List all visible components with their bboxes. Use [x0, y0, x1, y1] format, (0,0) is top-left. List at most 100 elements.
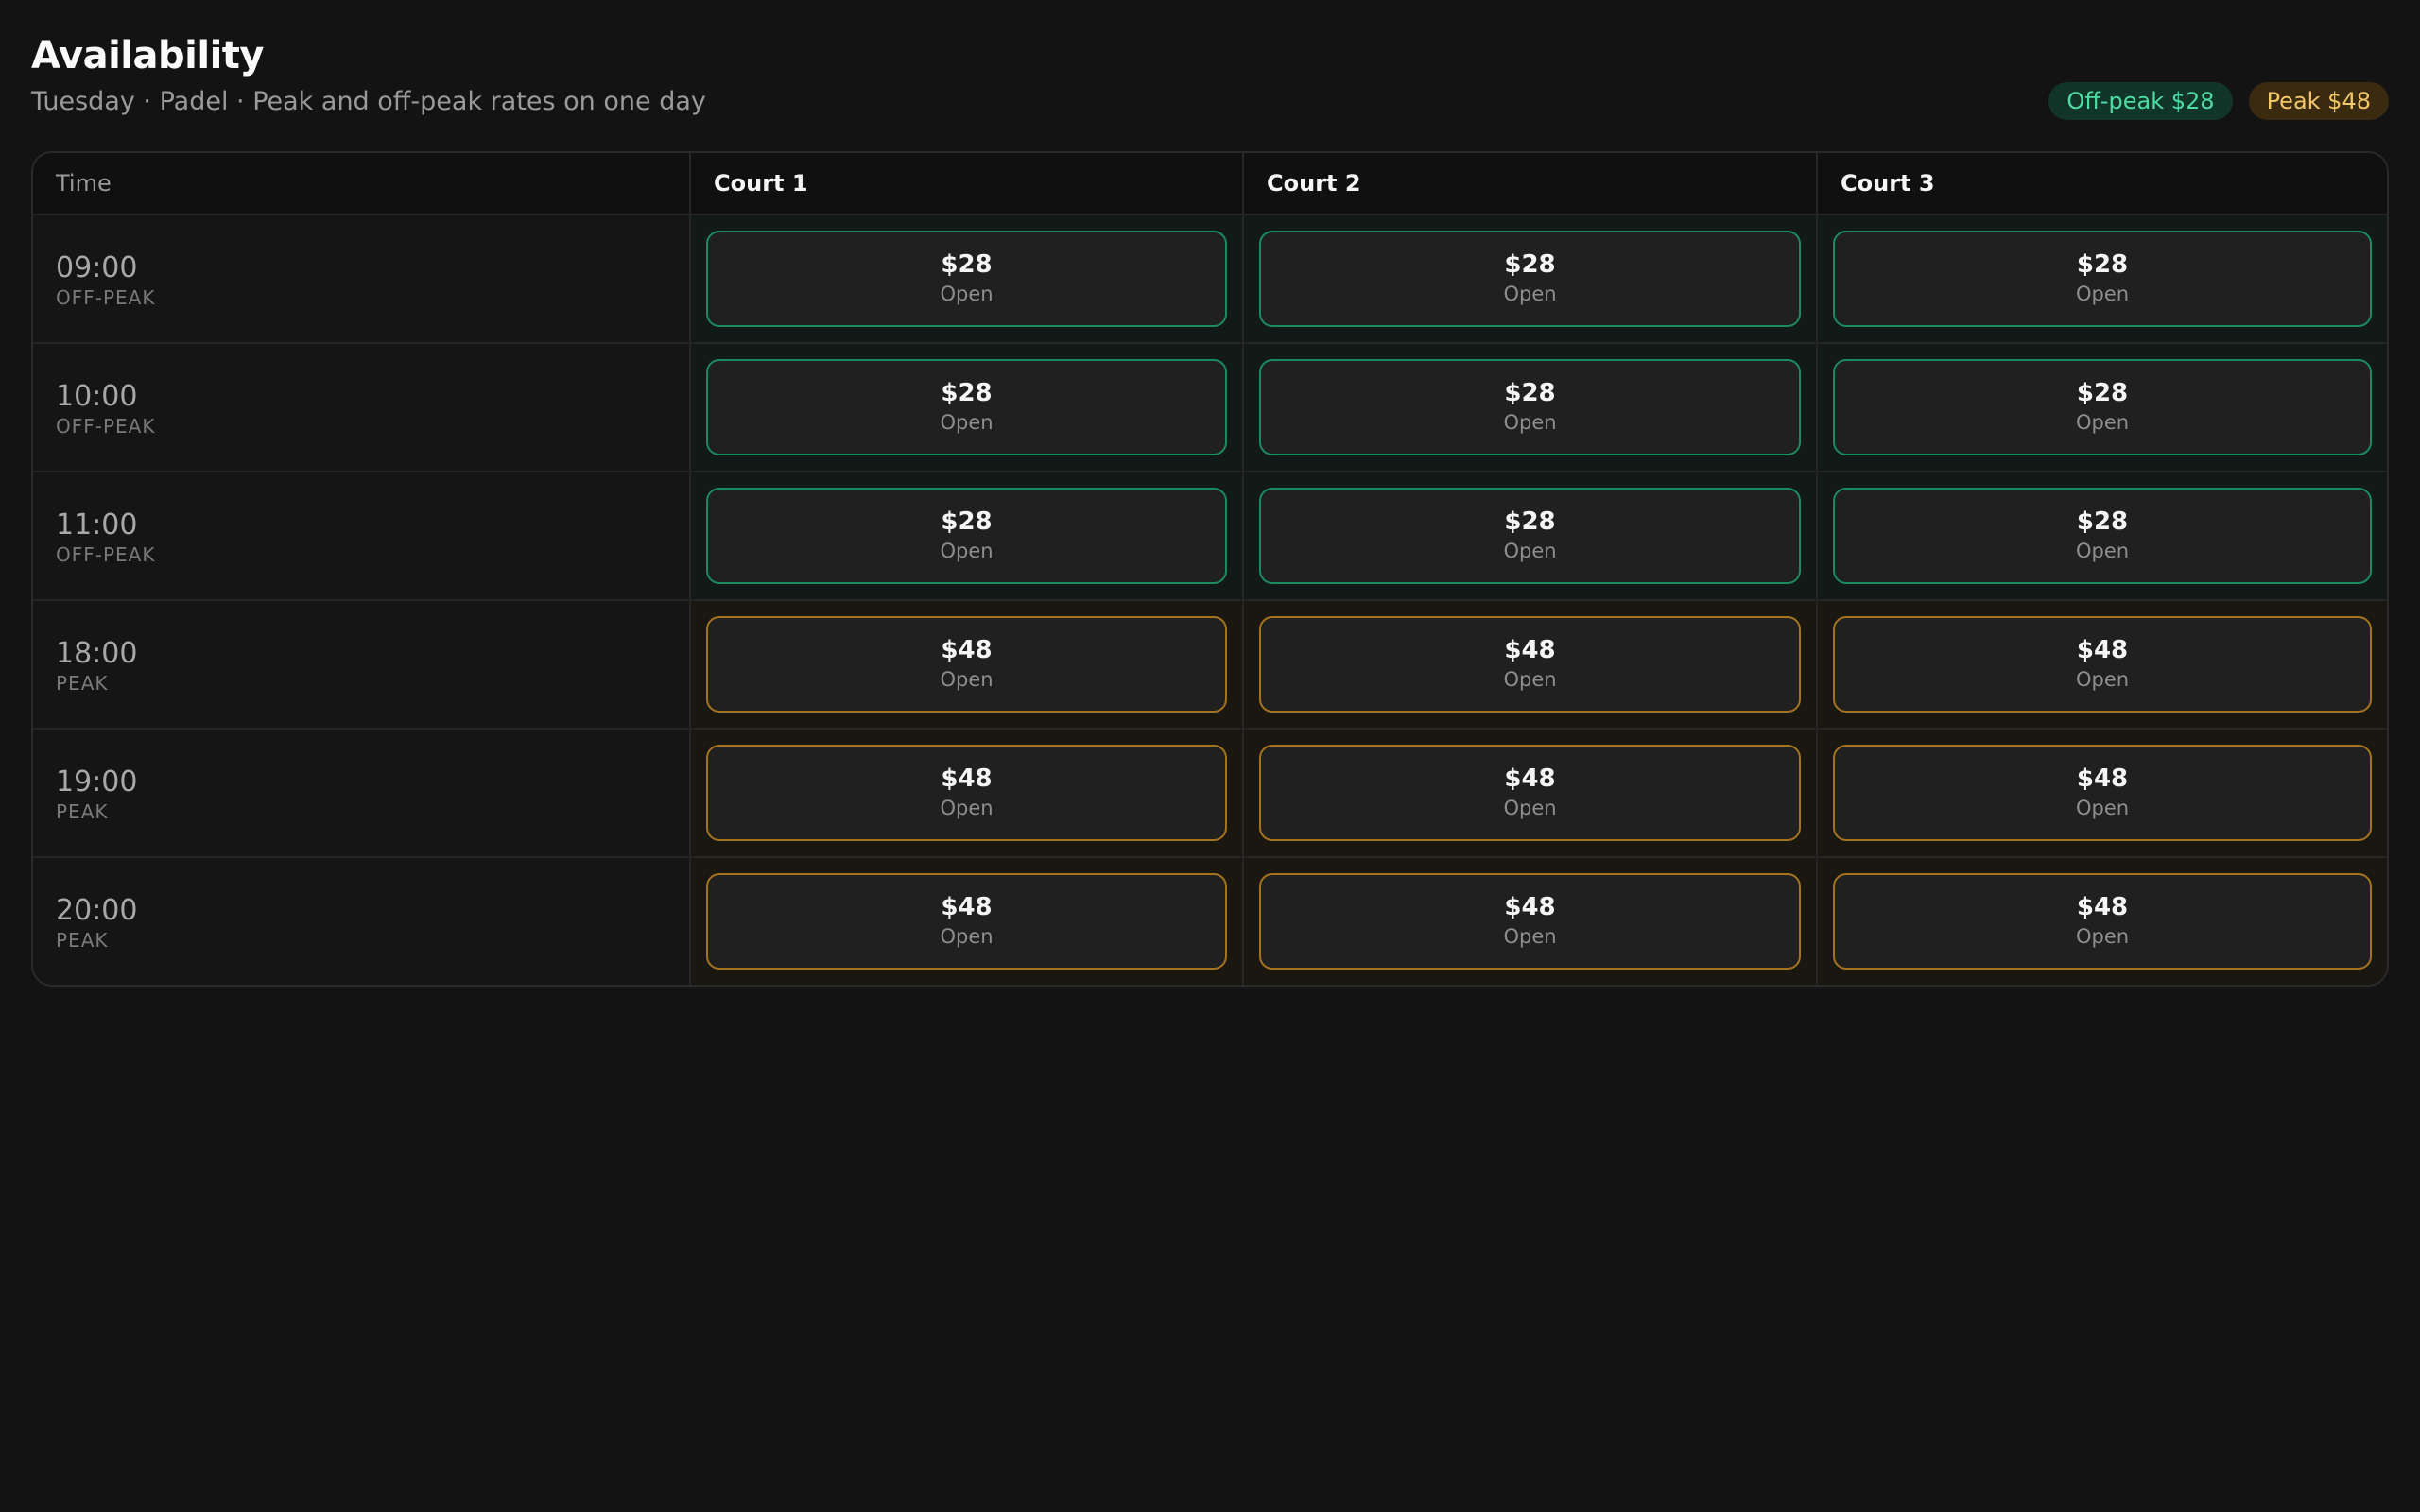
booking-slot-button[interactable]: $28 Open	[1259, 359, 1801, 455]
page-subtitle: Tuesday · Padel · Peak and off-peak rate…	[31, 87, 706, 116]
booking-slot-button[interactable]: $48 Open	[1833, 745, 2372, 841]
slot-price: $48	[2076, 636, 2129, 664]
time-slot-row: 18:00 PEAK $48 Open $48 Open $48 Open	[33, 599, 2387, 728]
booking-slot-button[interactable]: $28 Open	[1833, 231, 2372, 327]
slot-status: Open	[1503, 540, 1557, 562]
time-cell: 19:00 PEAK	[33, 730, 689, 856]
slot-status: Open	[2075, 797, 2130, 819]
slot-price: $48	[941, 893, 993, 921]
time-slot-row: 19:00 PEAK $48 Open $48 Open $48 Open	[33, 728, 2387, 856]
slot-status: Open	[940, 925, 994, 948]
slot-status: Open	[940, 668, 994, 691]
offpeak-rate-badge: Off-peak $28	[2048, 82, 2233, 120]
court-2-cell: $28 Open	[1242, 215, 1816, 342]
slot-price: $28	[1504, 250, 1556, 279]
slot-status: Open	[2075, 925, 2130, 948]
court-2-cell: $28 Open	[1242, 344, 1816, 471]
booking-slot-button[interactable]: $28 Open	[1259, 488, 1801, 584]
booking-slot-button[interactable]: $28 Open	[1259, 231, 1801, 327]
booking-slot-button[interactable]: $28 Open	[1833, 359, 2372, 455]
court-2-cell: $48 Open	[1242, 730, 1816, 856]
court-1-cell: $48 Open	[689, 858, 1242, 985]
slot-status: Open	[2075, 283, 2130, 305]
booking-slot-button[interactable]: $48 Open	[706, 745, 1227, 841]
court-3-cell: $48 Open	[1816, 601, 2387, 728]
booking-slot-button[interactable]: $28 Open	[706, 359, 1227, 455]
availability-page: Availability Tuesday · Padel · Peak and …	[0, 0, 2420, 1512]
grid-body: 09:00 OFF-PEAK $28 Open $28 Open $28 Open 10:00 O…	[33, 214, 2387, 985]
slot-price: $28	[2076, 379, 2129, 407]
slot-status: Open	[1503, 925, 1557, 948]
time-label: 18:00	[56, 637, 138, 670]
peak-rate-badge: Peak $48	[2248, 82, 2389, 120]
slot-status: Open	[1503, 283, 1557, 305]
time-slot-row: 09:00 OFF-PEAK $28 Open $28 Open $28 Open	[33, 214, 2387, 342]
court-3-column-header: Court 3	[1816, 153, 2387, 214]
time-label: 20:00	[56, 894, 138, 927]
court-1-column-header: Court 1	[689, 153, 1242, 214]
court-1-cell: $28 Open	[689, 472, 1242, 599]
slot-status: Open	[940, 797, 994, 819]
slot-price: $48	[2076, 765, 2129, 793]
booking-slot-button[interactable]: $28 Open	[706, 231, 1227, 327]
booking-slot-button[interactable]: $48 Open	[1259, 873, 1801, 970]
slot-price: $28	[2076, 507, 2129, 536]
slot-status: Open	[940, 411, 994, 434]
slot-price: $48	[1504, 765, 1556, 793]
booking-slot-button[interactable]: $48 Open	[706, 616, 1227, 713]
court-2-cell: $48 Open	[1242, 601, 1816, 728]
slot-price: $28	[1504, 379, 1556, 407]
page-title: Availability	[31, 34, 264, 77]
time-label: 09:00	[56, 251, 138, 284]
rate-tier-label: OFF-PEAK	[56, 286, 156, 309]
slot-status: Open	[1503, 668, 1557, 691]
time-cell: 10:00 OFF-PEAK	[33, 344, 689, 471]
court-1-cell: $48 Open	[689, 601, 1242, 728]
slot-status: Open	[940, 283, 994, 305]
rate-tier-label: OFF-PEAK	[56, 543, 156, 566]
slot-price: $48	[1504, 636, 1556, 664]
time-label: 10:00	[56, 380, 138, 413]
court-2-cell: $48 Open	[1242, 858, 1816, 985]
court-3-cell: $48 Open	[1816, 730, 2387, 856]
court-3-cell: $28 Open	[1816, 344, 2387, 471]
slot-price: $48	[2076, 893, 2129, 921]
time-label: 19:00	[56, 765, 138, 799]
booking-slot-button[interactable]: $48 Open	[1833, 873, 2372, 970]
slot-status: Open	[1503, 797, 1557, 819]
rate-tier-label: PEAK	[56, 929, 109, 952]
court-2-column-header: Court 2	[1242, 153, 1816, 214]
time-cell: 11:00 OFF-PEAK	[33, 472, 689, 599]
court-1-cell: $28 Open	[689, 344, 1242, 471]
court-2-cell: $28 Open	[1242, 472, 1816, 599]
booking-slot-button[interactable]: $48 Open	[1833, 616, 2372, 713]
booking-slot-button[interactable]: $28 Open	[1833, 488, 2372, 584]
rate-tier-label: PEAK	[56, 800, 109, 823]
court-1-cell: $48 Open	[689, 730, 1242, 856]
slot-price: $48	[941, 765, 993, 793]
time-cell: 09:00 OFF-PEAK	[33, 215, 689, 342]
booking-slot-button[interactable]: $48 Open	[706, 873, 1227, 970]
availability-grid: Time Court 1 Court 2 Court 3 09:00 OFF-PE…	[31, 151, 2389, 987]
slot-price: $28	[941, 507, 993, 536]
page-header: Availability Tuesday · Padel · Peak and …	[31, 0, 2389, 151]
rate-tier-label: OFF-PEAK	[56, 415, 156, 438]
booking-slot-button[interactable]: $48 Open	[1259, 745, 1801, 841]
court-3-cell: $48 Open	[1816, 858, 2387, 985]
time-column-header: Time	[56, 170, 112, 197]
time-slot-row: 20:00 PEAK $48 Open $48 Open $48 Open	[33, 856, 2387, 985]
booking-slot-button[interactable]: $48 Open	[1259, 616, 1801, 713]
time-label: 11:00	[56, 508, 138, 541]
slot-status: Open	[2075, 411, 2130, 434]
slot-price: $48	[1504, 893, 1556, 921]
rate-tier-label: PEAK	[56, 672, 109, 695]
grid-header-row: Time Court 1 Court 2 Court 3	[33, 153, 2387, 214]
slot-price: $28	[1504, 507, 1556, 536]
booking-slot-button[interactable]: $28 Open	[706, 488, 1227, 584]
rate-legend: Off-peak $28 Peak $48	[2048, 82, 2389, 120]
time-slot-row: 11:00 OFF-PEAK $28 Open $28 Open $28 Open	[33, 471, 2387, 599]
slot-status: Open	[2075, 668, 2130, 691]
slot-price: $48	[941, 636, 993, 664]
slot-price: $28	[941, 379, 993, 407]
time-cell: 18:00 PEAK	[33, 601, 689, 728]
